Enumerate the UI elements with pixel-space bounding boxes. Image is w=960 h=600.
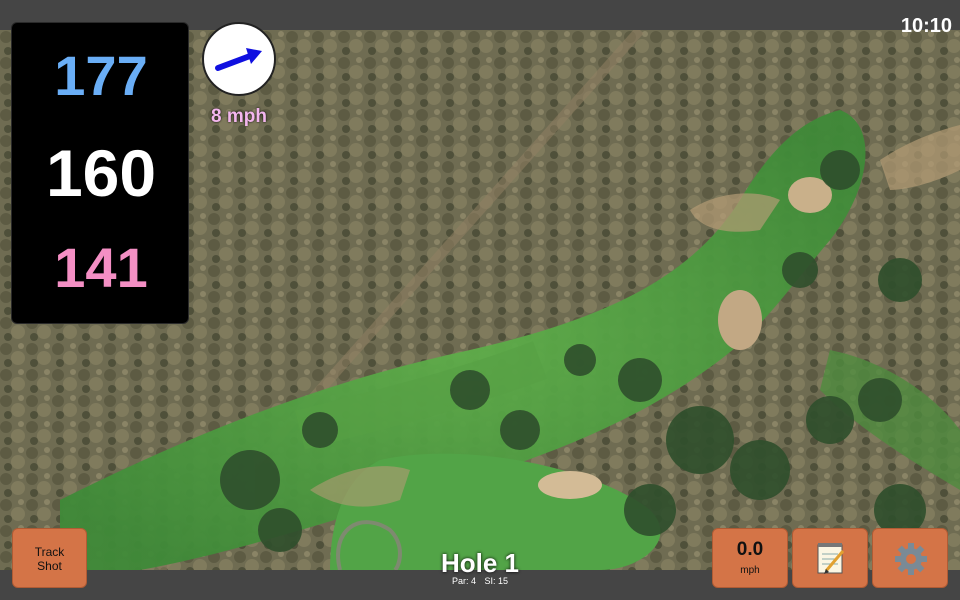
distance-panel: 177 160 141	[11, 22, 189, 324]
speed-unit: mph	[740, 565, 760, 576]
arrow-east-northeast-icon	[215, 48, 262, 71]
track-shot-label-line2: Shot	[37, 559, 62, 573]
hole-par: Par: 4	[451, 576, 476, 586]
notepad-icon	[817, 543, 845, 574]
hole-info: Par: 4 SI: 15	[380, 576, 580, 586]
status-clock: 10:10	[900, 15, 952, 37]
wind-direction-dial	[202, 22, 276, 96]
hole-title: Hole 1	[440, 548, 520, 578]
speed-button[interactable]: 0.0 mph	[712, 528, 788, 588]
track-shot-label-line1: Track	[34, 545, 65, 559]
track-shot-button[interactable]: Track Shot	[12, 528, 87, 588]
gear-icon	[895, 543, 927, 575]
settings-button[interactable]	[872, 528, 948, 588]
hole-stroke-index: SI: 15	[484, 576, 509, 586]
wind-speed-label: 8 mph	[211, 106, 267, 127]
speed-value: 0.0	[736, 539, 764, 560]
back-yardage: 177	[54, 44, 148, 107]
scorecard-notes-button[interactable]	[792, 528, 868, 588]
front-yardage: 141	[54, 236, 148, 299]
center-yardage: 160	[45, 136, 157, 210]
